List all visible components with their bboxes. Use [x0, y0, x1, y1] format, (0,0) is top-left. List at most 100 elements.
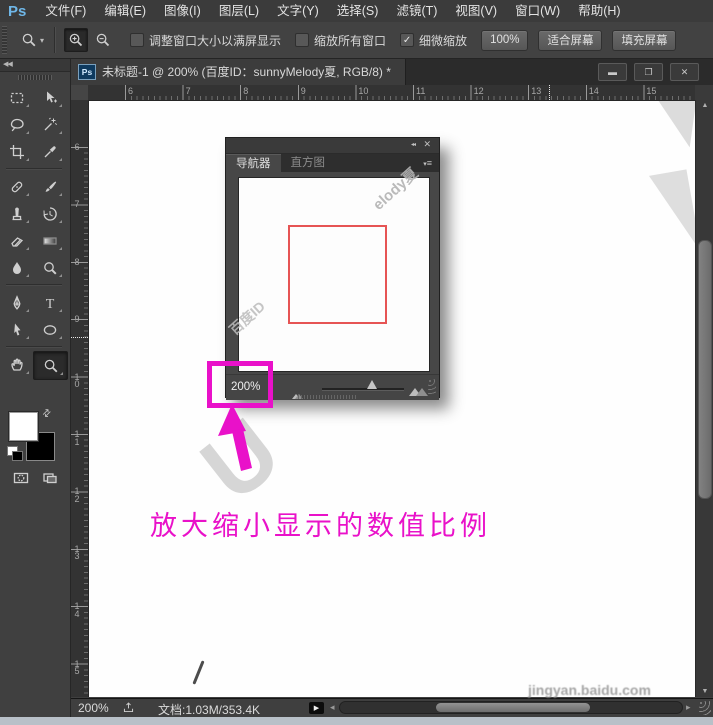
rect-marquee-tool[interactable] — [0, 84, 33, 111]
default-colors-icon[interactable] — [7, 446, 23, 460]
menu-item-编辑[interactable]: 编辑(E) — [95, 0, 155, 22]
hand-tool[interactable] — [0, 351, 33, 378]
tools-panel-grip[interactable] — [18, 75, 52, 80]
status-flyout-button[interactable]: ▶ — [309, 702, 324, 714]
menu-item-选择[interactable]: 选择(S) — [328, 0, 388, 22]
type-tool-icon: T — [42, 295, 58, 311]
quick-mask-button[interactable] — [13, 470, 29, 486]
menu-item-帮助[interactable]: 帮助(H) — [569, 0, 629, 22]
options-button-100%[interactable]: 100% — [481, 30, 528, 51]
ruler-label-v-6: 6 — [72, 144, 82, 152]
menu-item-视图[interactable]: 视图(V) — [446, 0, 506, 22]
clone-stamp-tool[interactable] — [0, 200, 33, 227]
swap-colors-icon[interactable]: ⇄ — [40, 407, 54, 421]
close-button[interactable]: ✕ — [670, 63, 699, 81]
eyedropper-tool-icon — [42, 144, 58, 160]
foreground-color-swatch[interactable] — [9, 412, 38, 441]
crop-tool[interactable] — [0, 138, 33, 165]
ruler-label-h-11: 11 — [416, 86, 425, 96]
smudge-tool-icon — [9, 260, 25, 276]
vertical-ruler[interactable]: 6789101112131415 — [70, 100, 89, 697]
horizontal-scrollbar[interactable] — [339, 701, 683, 714]
navigator-body — [226, 172, 439, 374]
status-zoom-field[interactable]: 200% — [78, 701, 109, 715]
zoom-out-mode-button[interactable] — [92, 29, 114, 51]
checkbox-unchecked-icon[interactable] — [295, 33, 309, 47]
horizontal-ruler[interactable]: 6789101112131415 — [88, 85, 695, 101]
option-checkbox-2[interactable]: ✓细微缩放 — [400, 32, 467, 49]
panel-resize-grip[interactable] — [428, 379, 436, 396]
panel-resize-grip[interactable] — [298, 395, 356, 399]
option-checkbox-0[interactable]: 调整窗口大小以满屏显示 — [130, 32, 281, 49]
window-resize-grip[interactable] — [699, 701, 711, 715]
tools-panel: ◀◀ T ⇄ — [0, 58, 71, 717]
hand-tool-icon — [9, 357, 25, 373]
scroll-left-icon[interactable]: ◂ — [330, 702, 335, 713]
brush-tool[interactable] — [33, 173, 66, 200]
zoom-tool-preset-chip[interactable]: ▾ — [17, 30, 48, 50]
window-controls: ▬ ❐ ✕ — [598, 63, 699, 81]
smudge-tool[interactable] — [0, 254, 33, 281]
ruler-label-v-13: 13 — [72, 546, 82, 561]
ellipse-shape-tool[interactable] — [33, 316, 66, 343]
menu-item-文件[interactable]: 文件(F) — [36, 0, 95, 22]
history-brush-tool[interactable] — [33, 200, 66, 227]
options-bar-grip[interactable] — [2, 26, 7, 54]
path-selection-tool[interactable] — [0, 316, 33, 343]
zoom-tool[interactable] — [33, 351, 68, 380]
checkbox-unchecked-icon[interactable] — [130, 33, 144, 47]
ruler-label-h-13: 13 — [531, 86, 541, 96]
pen-tool[interactable] — [0, 289, 33, 316]
restore-button[interactable]: ❐ — [634, 63, 663, 81]
type-tool[interactable]: T — [33, 289, 66, 316]
navigator-tab-直方图[interactable]: 直方图 — [281, 154, 336, 172]
options-button-填充屏幕[interactable]: 填充屏幕 — [612, 30, 676, 51]
healing-brush-tool[interactable] — [0, 173, 33, 200]
vertical-scrollbar-thumb[interactable] — [698, 240, 712, 499]
scroll-down-icon[interactable]: ▼ — [696, 688, 713, 695]
options-bar: ▾ 调整窗口大小以满屏显示缩放所有窗口 ✓细微缩放 100% 适合屏幕填充屏幕 — [0, 22, 713, 59]
menu-item-窗口[interactable]: 窗口(W) — [506, 0, 569, 22]
magic-wand-tool[interactable] — [33, 111, 66, 138]
collapse-panel-icon[interactable]: ◂◂ — [411, 141, 415, 148]
panel-menu-icon[interactable]: ▾≡ — [423, 158, 432, 168]
menu-item-滤镜[interactable]: 滤镜(T) — [387, 0, 446, 22]
screen-mode-button[interactable] — [42, 470, 58, 486]
tool-group-divider — [6, 284, 62, 286]
tools-panel-header[interactable]: ◀◀ — [0, 58, 70, 72]
rect-marquee-tool-icon — [9, 90, 25, 106]
eraser-tool[interactable] — [0, 227, 33, 254]
ruler-corner[interactable] — [70, 85, 89, 101]
menu-items: 文件(F)编辑(E)图像(I)图层(L)文字(Y)选择(S)滤镜(T)视图(V)… — [36, 0, 629, 22]
options-button-适合屏幕[interactable]: 适合屏幕 — [538, 30, 602, 51]
slider-thumb[interactable] — [367, 380, 377, 389]
option-checkbox-1[interactable]: 缩放所有窗口 — [295, 32, 386, 49]
move-tool[interactable] — [33, 84, 66, 111]
horizontal-scrollbar-thumb[interactable] — [436, 703, 590, 712]
zoom-in-mode-button[interactable] — [64, 28, 88, 52]
menu-item-图像[interactable]: 图像(I) — [155, 0, 210, 22]
ruler-label-h-14: 14 — [589, 86, 599, 96]
dodge-tool[interactable] — [33, 254, 66, 281]
menu-item-图层[interactable]: 图层(L) — [210, 0, 268, 22]
minimize-button[interactable]: ▬ — [598, 63, 627, 81]
scroll-up-icon[interactable]: ▲ — [696, 102, 713, 109]
close-panel-icon[interactable]: ✕ — [423, 139, 431, 150]
document-tab[interactable]: Ps 未标题-1 @ 200% (百度ID：sunnyMelody夏, RGB/… — [70, 58, 406, 85]
scroll-right-icon[interactable]: ▸ — [686, 702, 691, 713]
lasso-tool[interactable] — [0, 111, 33, 138]
ruler-label-h-12: 12 — [474, 86, 484, 96]
navigator-zoom-slider[interactable] — [322, 388, 404, 391]
navigator-tab-导航器[interactable]: 导航器 — [226, 154, 281, 172]
gradient-tool[interactable] — [33, 227, 66, 254]
vertical-scrollbar[interactable]: ▲ ▼ — [695, 100, 713, 697]
checkbox-checked-icon[interactable]: ✓ — [400, 33, 414, 47]
eyedropper-tool[interactable] — [33, 138, 66, 165]
zoom-in-mountains-icon[interactable] — [409, 383, 428, 401]
ruler-label-h-6: 6 — [128, 86, 133, 96]
menu-item-文字[interactable]: 文字(Y) — [268, 0, 328, 22]
navigator-titlebar[interactable]: ◂◂ ✕ — [226, 138, 439, 154]
export-icon[interactable] — [122, 701, 135, 714]
navigator-view-box[interactable] — [288, 225, 387, 324]
navigator-preview[interactable] — [238, 177, 430, 372]
